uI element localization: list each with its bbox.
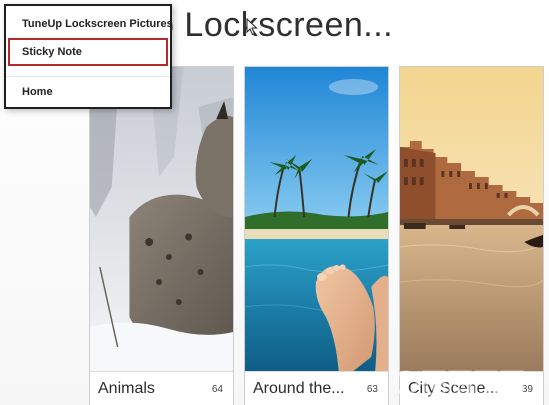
tile-name: Around the... [253, 380, 345, 397]
tile-image-snow-lynx [90, 67, 233, 371]
watermark-logo [393, 370, 524, 396]
menu-divider [6, 76, 170, 77]
menu-item-tuneup-lockscreen-pictures[interactable]: TuneUp Lockscreen Pictures [8, 10, 173, 38]
category-tile-city-scenes[interactable]: City Scene... 39 [399, 66, 544, 405]
tile-footer: Around the... 63 [245, 371, 388, 405]
mouse-pointer-icon [246, 18, 258, 36]
tile-name: Animals [98, 380, 155, 397]
tile-image-venice-canal-sunset [400, 67, 543, 371]
tile-image-feet-in-tropical-sea [245, 67, 388, 371]
menu-item-sticky-note[interactable]: Sticky Note [8, 38, 168, 66]
menu-item-home[interactable]: Home [8, 78, 168, 106]
category-tile-around-the-world[interactable]: Around the... 63 [244, 66, 389, 405]
tuneup-lockscreen-app: Up Lockscreen... Animals 64 Around the..… [0, 0, 549, 405]
tile-picture-count: 63 [366, 384, 378, 395]
category-tile-animals[interactable]: Animals 64 [89, 66, 234, 405]
tile-picture-count: 64 [211, 384, 223, 395]
tile-footer: Animals 64 [90, 371, 233, 405]
navigation-menu: TuneUp Lockscreen Pictures Sticky Note H… [4, 4, 173, 109]
